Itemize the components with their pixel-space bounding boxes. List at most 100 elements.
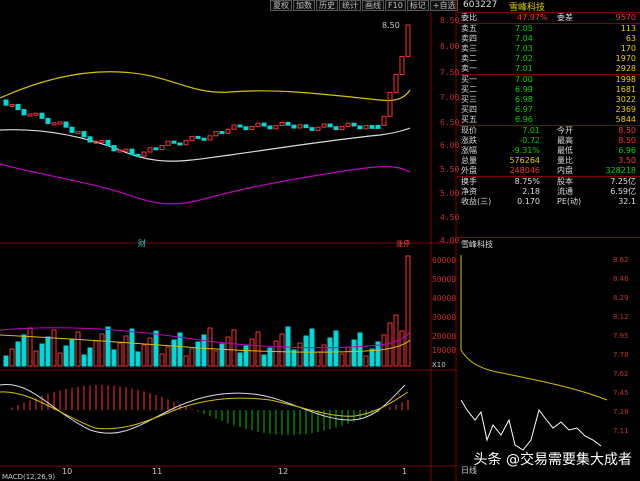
- candle: [33, 112, 39, 116]
- volume-bar: [207, 327, 213, 367]
- volume-bar: [357, 332, 363, 367]
- candle: [15, 103, 21, 111]
- order-level-row[interactable]: 卖三 7.03 170: [457, 44, 640, 54]
- volume-bar: [45, 336, 51, 367]
- volume-bar: [87, 347, 93, 367]
- weibi-row: 委比 47.97% 委差 9570: [461, 13, 636, 22]
- volume-bar: [345, 346, 351, 367]
- volume-tick: 20000: [432, 332, 457, 341]
- volume-bar: [21, 334, 27, 367]
- volume-bar: [189, 348, 195, 367]
- candle: [261, 122, 267, 127]
- macd-dif-line: [0, 383, 406, 434]
- volume-bar: [111, 349, 117, 367]
- candle: [207, 135, 213, 141]
- intraday-price-tick: 7.45: [613, 389, 629, 397]
- volume-bar: [123, 335, 129, 367]
- candle: [165, 140, 171, 146]
- volume-tick: 40000: [432, 294, 457, 303]
- candle: [285, 121, 291, 126]
- order-level-row[interactable]: 买一 7.00 1998: [457, 75, 640, 85]
- volume-bar: [3, 355, 9, 367]
- boll-upper-line: [0, 71, 411, 102]
- volume-bar: [201, 334, 207, 367]
- marker-limit-up[interactable]: 涨停: [396, 239, 410, 248]
- candle: [219, 131, 225, 135]
- candle: [243, 126, 249, 131]
- candle: [39, 112, 45, 119]
- quote-row: 涨幅 -9.31% 最低 6.96: [461, 146, 636, 155]
- volume-bar: [57, 352, 63, 367]
- candle: [87, 136, 93, 143]
- volume-bar: [297, 342, 303, 367]
- intraday-stock-name: 雪峰科技: [461, 240, 493, 249]
- candle: [237, 124, 243, 128]
- volume-bar: [165, 346, 171, 367]
- volume-bar: [177, 332, 183, 367]
- candle: [63, 121, 69, 128]
- candle: [279, 121, 285, 127]
- intraday-price-tick: 7.95: [613, 332, 629, 340]
- volume-bar: [363, 355, 369, 367]
- volume-bar: [285, 326, 291, 367]
- volume-bar: [255, 331, 261, 367]
- volume-bar: [243, 345, 249, 367]
- intraday-price-tick: 7.62: [613, 370, 629, 378]
- candle: [351, 122, 357, 127]
- candle: [135, 153, 141, 157]
- order-level-row[interactable]: 卖一 7.01 2928: [457, 64, 640, 74]
- order-level-row[interactable]: 买五 6.96 5844: [457, 115, 640, 125]
- volume-bar: [105, 326, 111, 367]
- candle: [171, 140, 177, 144]
- volume-bar: [93, 340, 99, 367]
- candle: [123, 148, 129, 152]
- order-level-row[interactable]: 卖二 7.02 1970: [457, 54, 640, 64]
- volume-bar: [183, 355, 189, 367]
- volume-bar: [249, 338, 255, 367]
- intraday-chart[interactable]: 8.62 8.46 8.29 8.12 7.95 7.78 7.62 7.45 7.28 7.11…: [457, 250, 640, 481]
- avg-price-line: [460, 255, 608, 401]
- candle: [51, 122, 57, 126]
- volume-bar: [69, 338, 75, 367]
- candle: [375, 124, 381, 129]
- candle: [231, 124, 237, 130]
- candle: [81, 131, 87, 138]
- candle: [141, 151, 147, 157]
- volume-bar: [399, 330, 405, 367]
- kline-chart-area[interactable]: 8.50 财 涨停 MACD(12,26,9) 10 11 12 1 X10: [0, 0, 457, 481]
- volume-tick: 30000: [432, 313, 457, 322]
- candle: [387, 91, 393, 117]
- candle: [69, 126, 75, 133]
- quote-row: 现价 7.01 今开 8.50: [461, 126, 636, 135]
- volume-bar: [231, 329, 237, 367]
- order-level-row[interactable]: 买二 6.99 1681: [457, 85, 640, 95]
- candle: [357, 125, 363, 130]
- candle: [273, 125, 279, 130]
- volume-bar: [141, 344, 147, 367]
- candle: [3, 99, 9, 106]
- volume-bar: [135, 351, 141, 367]
- volume-bar: [273, 340, 279, 367]
- order-level-row[interactable]: 买四 6.97 2369: [457, 105, 640, 115]
- volume-bar: [315, 351, 321, 367]
- intraday-price-tick: 7.11: [613, 427, 629, 435]
- volume-bar: [81, 354, 87, 367]
- volume-bar: [405, 255, 411, 367]
- candle: [129, 148, 135, 155]
- sell-levels: 卖五 7.05 113 卖四 7.04 63 卖三 7.03 170 卖二 7.02 1970 卖一 7.…: [457, 24, 640, 74]
- order-level-row[interactable]: 卖五 7.05 113: [457, 24, 640, 34]
- volume-bar: [351, 339, 357, 367]
- order-level-row[interactable]: 卖四 7.04 63: [457, 34, 640, 44]
- time-tick-10: 10: [62, 467, 72, 476]
- candle: [225, 128, 231, 134]
- intraday-header: 雪峰科技: [457, 237, 640, 250]
- volume-bar: [129, 328, 135, 367]
- order-book: 委比 47.97% 委差 9570 卖五 7.05 113 卖四 7.04 63 卖三 7.0…: [457, 13, 640, 207]
- intraday-price-tick: 7.78: [613, 351, 629, 359]
- candle: [105, 139, 111, 147]
- marker-cai[interactable]: 财: [138, 238, 146, 248]
- watermark: 头条 @交易需要集大成者: [473, 452, 632, 468]
- order-level-row[interactable]: 买三 6.98 3022: [457, 95, 640, 105]
- candle: [195, 135, 201, 139]
- quote-row: 收益(三) 0.170 PE(动) 32.1: [461, 197, 636, 206]
